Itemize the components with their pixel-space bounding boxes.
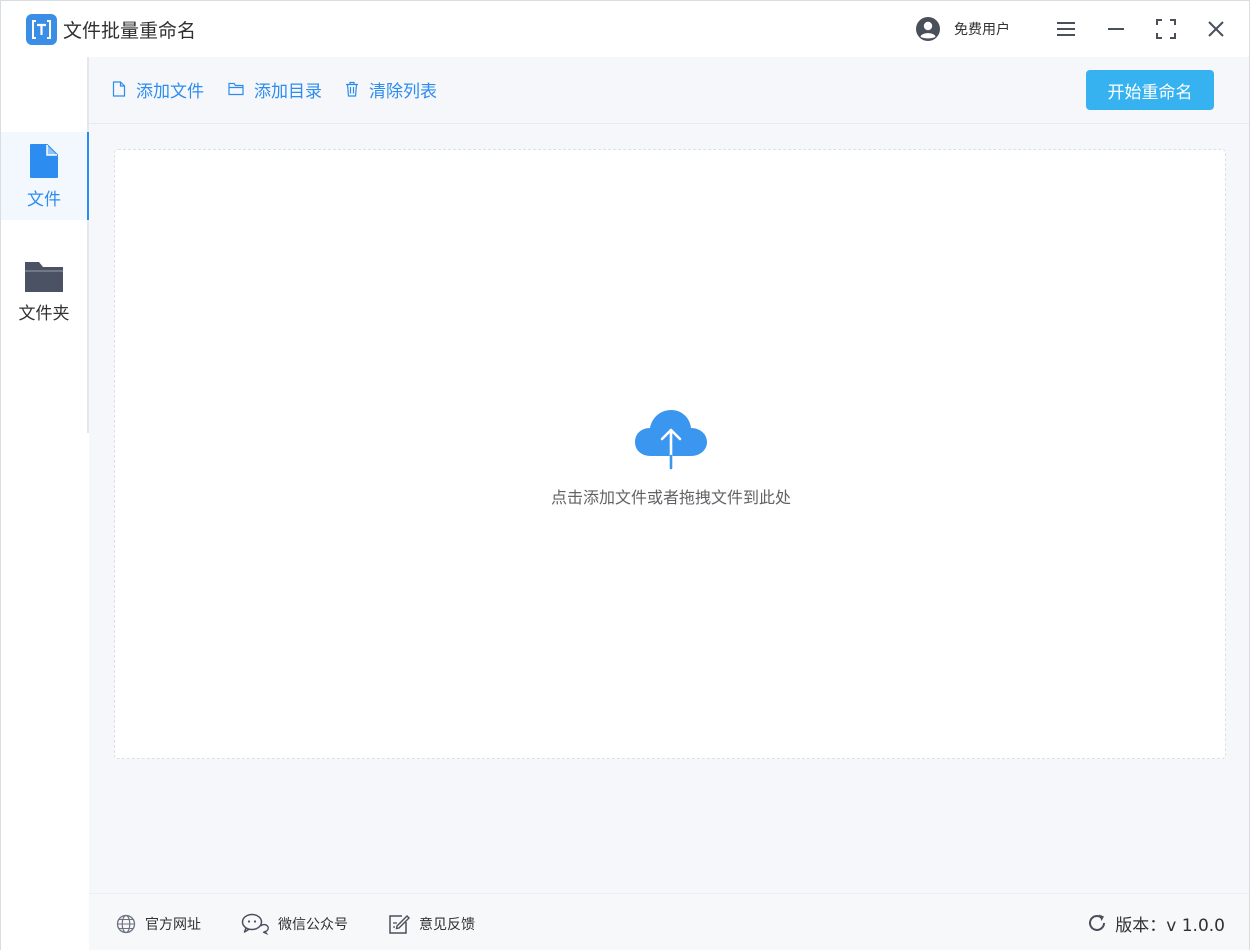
- close-icon: [1208, 21, 1224, 37]
- official-website-link[interactable]: 官方网址: [116, 912, 201, 936]
- file-dropzone[interactable]: 点击添加文件或者拖拽文件到此处: [114, 149, 1226, 759]
- user-account[interactable]: 免费用户: [915, 16, 1010, 42]
- user-avatar-icon: [916, 17, 940, 41]
- app-window: 文件批量重命名 免费用户 文件 文件夹 添加文件 添加目录 清除列表 开始重命名…: [0, 0, 1250, 950]
- feedback-link[interactable]: 意见反馈: [388, 912, 475, 936]
- start-rename-button[interactable]: 开始重命名: [1086, 70, 1214, 110]
- wechat-account-label: 微信公众号: [278, 917, 348, 933]
- close-button[interactable]: [1200, 13, 1232, 45]
- sidebar-item-file[interactable]: 文件: [1, 132, 87, 220]
- wechat-icon: [241, 913, 269, 935]
- add-file-label: 添加文件: [136, 81, 204, 102]
- maximize-button[interactable]: [1150, 13, 1182, 45]
- version-info[interactable]: 版本：v 1.0.0: [1087, 910, 1225, 936]
- globe-icon: [116, 914, 136, 934]
- refresh-icon: [1089, 914, 1106, 931]
- add-directory-label: 添加目录: [254, 81, 322, 102]
- app-logo-icon: [26, 14, 57, 45]
- cloud-upload-icon: [635, 410, 707, 470]
- sidebar-item-label: 文件: [27, 189, 61, 210]
- minimize-icon: [1108, 28, 1124, 30]
- trash-icon: [346, 81, 358, 97]
- title-bar: 文件批量重命名 免费用户: [1, 1, 1249, 57]
- folder-outline-icon: [228, 82, 244, 96]
- menu-button[interactable]: [1050, 13, 1082, 45]
- wechat-account-link[interactable]: 微信公众号: [241, 912, 348, 936]
- add-directory-button[interactable]: 添加目录: [228, 77, 322, 102]
- feedback-edit-icon: [389, 915, 410, 934]
- footer: 官方网址 微信公众号 意见反馈 版本：v 1.0.0: [89, 893, 1249, 950]
- official-website-label: 官方网址: [145, 917, 201, 933]
- clear-list-label: 清除列表: [369, 81, 437, 102]
- sidebar: 文件 文件夹: [1, 57, 89, 950]
- clear-list-button[interactable]: 清除列表: [345, 77, 437, 102]
- sidebar-item-label: 文件夹: [18, 303, 70, 324]
- sidebar-item-folder[interactable]: 文件夹: [1, 247, 87, 335]
- user-name: 免费用户: [954, 22, 1010, 38]
- maximize-icon: [1156, 19, 1176, 39]
- menu-icon: [1057, 22, 1075, 36]
- main-panel: 添加文件 添加目录 清除列表 开始重命名 点击添加文件或者拖拽文件到此处 官方网…: [89, 57, 1249, 950]
- feedback-label: 意见反馈: [419, 917, 475, 933]
- add-file-button[interactable]: 添加文件: [112, 77, 204, 102]
- folder-icon: [25, 261, 63, 292]
- version-label: 版本：v 1.0.0: [1115, 915, 1225, 936]
- file-icon: [30, 143, 58, 178]
- toolbar: 添加文件 添加目录 清除列表 开始重命名: [89, 57, 1249, 124]
- file-outline-icon: [112, 81, 126, 97]
- minimize-button[interactable]: [1100, 13, 1132, 45]
- app-title: 文件批量重命名: [63, 20, 197, 42]
- dropzone-hint: 点击添加文件或者拖拽文件到此处: [550, 488, 791, 507]
